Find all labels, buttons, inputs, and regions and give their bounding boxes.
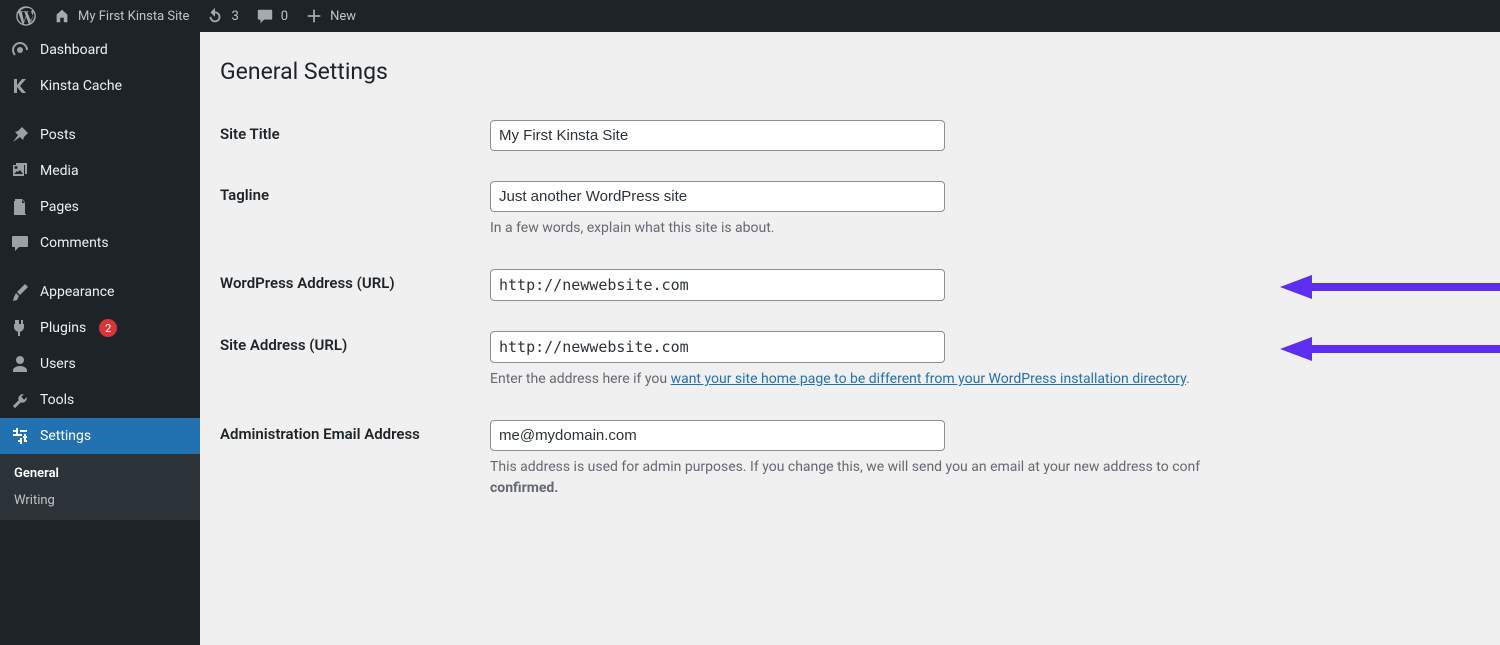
appearance-label: Appearance [40,284,114,300]
media-label: Media [40,163,79,179]
comments-icon [10,233,30,253]
updates-link[interactable]: 3 [197,0,246,32]
tagline-label: Tagline [220,166,480,254]
comment-icon [255,6,275,26]
wp-url-label: WordPress Address (URL) [220,254,480,316]
admin-email-help-line1: This address is used for admin purposes.… [490,459,1200,475]
sidebar-item-posts[interactable]: Posts [0,117,200,153]
new-content-link[interactable]: New [296,0,364,32]
tagline-help: In a few words, explain what this site i… [490,218,1470,239]
sidebar-item-media[interactable]: Media [0,153,200,189]
menu-separator [0,265,200,270]
new-label: New [330,9,356,24]
settings-label: Settings [40,428,91,444]
sidebar-item-pages[interactable]: Pages [0,189,200,225]
main-content: General Settings Site Title Tagline In a… [200,32,1500,645]
plug-icon [10,318,30,338]
site-title-input[interactable] [490,120,945,151]
plus-icon [304,6,324,26]
sidebar-item-settings[interactable]: Settings [0,418,200,454]
admin-email-input[interactable] [490,420,945,451]
admin-email-help: This address is used for admin purposes.… [490,457,1470,499]
admin-email-label: Administration Email Address [220,405,480,514]
site-url-help-link[interactable]: want your site home page to be different… [671,371,1187,387]
admin-bar: My First Kinsta Site 3 0 New [0,0,1500,32]
comments-count: 0 [281,9,288,24]
updates-icon [205,6,225,26]
plugins-label: Plugins [40,320,86,336]
sidebar-item-tools[interactable]: Tools [0,382,200,418]
comments-link[interactable]: 0 [247,0,296,32]
admin-email-help-bold: confirmed. [490,480,558,496]
submenu-general[interactable]: General [0,460,200,487]
sidebar-item-comments[interactable]: Comments [0,225,200,261]
sidebar-item-dashboard[interactable]: Dashboard [0,32,200,68]
dashboard-icon [10,40,30,60]
user-icon [10,354,30,374]
sidebar-item-users[interactable]: Users [0,346,200,382]
wrench-icon [10,390,30,410]
site-title-label: Site Title [220,105,480,166]
home-icon [52,6,72,26]
page-title: General Settings [220,58,1480,85]
site-url-label: Site Address (URL) [220,316,480,405]
site-name-link[interactable]: My First Kinsta Site [44,0,197,32]
users-label: Users [40,356,76,372]
arrow-annotation-icon [1280,334,1500,364]
page-icon [10,197,30,217]
wordpress-icon [16,6,36,26]
kinsta-icon [10,76,30,96]
sidebar-item-plugins[interactable]: Plugins 2 [0,310,200,346]
brush-icon [10,282,30,302]
tools-label: Tools [40,392,74,408]
pages-label: Pages [40,199,79,215]
plugins-badge: 2 [99,319,117,337]
settings-form: Site Title Tagline In a few words, expla… [220,105,1480,514]
pin-icon [10,125,30,145]
sliders-icon [10,426,30,446]
wp-logo[interactable] [8,0,44,32]
sidebar-item-kinsta-cache[interactable]: Kinsta Cache [0,68,200,104]
sidebar-item-appearance[interactable]: Appearance [0,274,200,310]
updates-count: 3 [231,9,238,24]
arrow-annotation-icon [1280,272,1500,302]
site-url-help-prefix: Enter the address here if you [490,371,671,387]
tagline-input[interactable] [490,181,945,212]
submenu-writing[interactable]: Writing [0,487,200,514]
admin-bar-site-title: My First Kinsta Site [78,9,189,24]
menu-separator [0,108,200,113]
kinsta-cache-label: Kinsta Cache [40,78,122,94]
admin-sidebar: Dashboard Kinsta Cache Posts Media Page [0,32,200,645]
site-url-help: Enter the address here if you want your … [490,369,1470,390]
site-url-help-suffix: . [1186,371,1190,387]
comments-label: Comments [40,235,109,251]
media-icon [10,161,30,181]
site-url-input[interactable] [490,331,945,363]
wp-url-input[interactable] [490,269,945,301]
posts-label: Posts [40,127,76,143]
settings-submenu: General Writing [0,454,200,520]
dashboard-label: Dashboard [40,42,108,58]
